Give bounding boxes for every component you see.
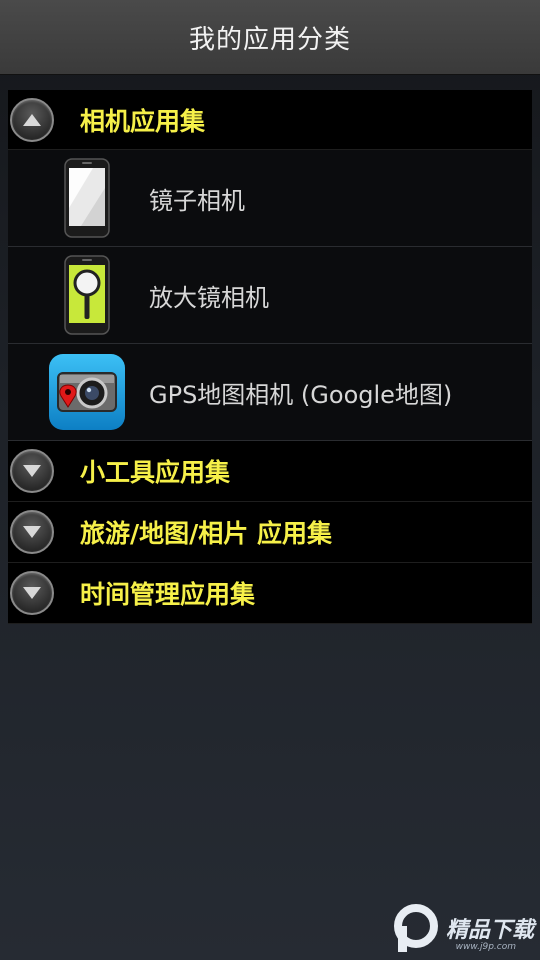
group-header-tools[interactable]: 小工具应用集 bbox=[8, 441, 532, 502]
group-label: 时间管理应用集 bbox=[80, 580, 256, 609]
category-list: 相机应用集 镜子相机 放大镜相机 GPS地图相机 (Google地图) 小工具应… bbox=[8, 90, 532, 624]
app-label: GPS地图相机 (Google地图) bbox=[149, 380, 453, 409]
mirror-phone-icon bbox=[48, 158, 126, 238]
expand-toggle-button[interactable] bbox=[10, 449, 54, 493]
expand-toggle-button[interactable] bbox=[10, 571, 54, 615]
j9p-logo-icon bbox=[393, 904, 438, 952]
group-label: 小工具应用集 bbox=[80, 458, 231, 487]
group-header-time[interactable]: 时间管理应用集 bbox=[8, 563, 532, 624]
app-label: 镜子相机 bbox=[149, 186, 245, 215]
chevron-down-icon bbox=[23, 587, 41, 599]
app-label: 放大镜相机 bbox=[149, 283, 269, 312]
list-item-mirror-camera[interactable]: 镜子相机 bbox=[8, 150, 532, 247]
title-bar: 我的应用分类 bbox=[0, 0, 540, 75]
collapse-toggle-button[interactable] bbox=[10, 97, 54, 142]
page-title: 我的应用分类 bbox=[188, 24, 351, 55]
group-header-camera[interactable]: 相机应用集 bbox=[8, 90, 532, 150]
group-header-travel[interactable]: 旅游/地图/相片 应用集 bbox=[8, 502, 532, 563]
chevron-down-icon bbox=[23, 526, 41, 538]
list-item-magnifier-camera[interactable]: 放大镜相机 bbox=[8, 247, 532, 344]
chevron-down-icon bbox=[23, 465, 41, 477]
list-item-gps-camera[interactable]: GPS地图相机 (Google地图) bbox=[8, 344, 532, 441]
gps-camera-icon bbox=[48, 353, 126, 431]
magnifier-phone-icon bbox=[48, 255, 126, 335]
group-label: 相机应用集 bbox=[80, 106, 206, 136]
group-label: 旅游/地图/相片 应用集 bbox=[80, 519, 332, 548]
watermark-url: www.j9p.com bbox=[455, 942, 516, 952]
expand-toggle-button[interactable] bbox=[10, 510, 54, 554]
watermark-text: 精品下载 bbox=[445, 918, 534, 943]
chevron-up-icon bbox=[23, 113, 41, 126]
watermark: 精品下载 www.j9p.com bbox=[390, 902, 534, 954]
